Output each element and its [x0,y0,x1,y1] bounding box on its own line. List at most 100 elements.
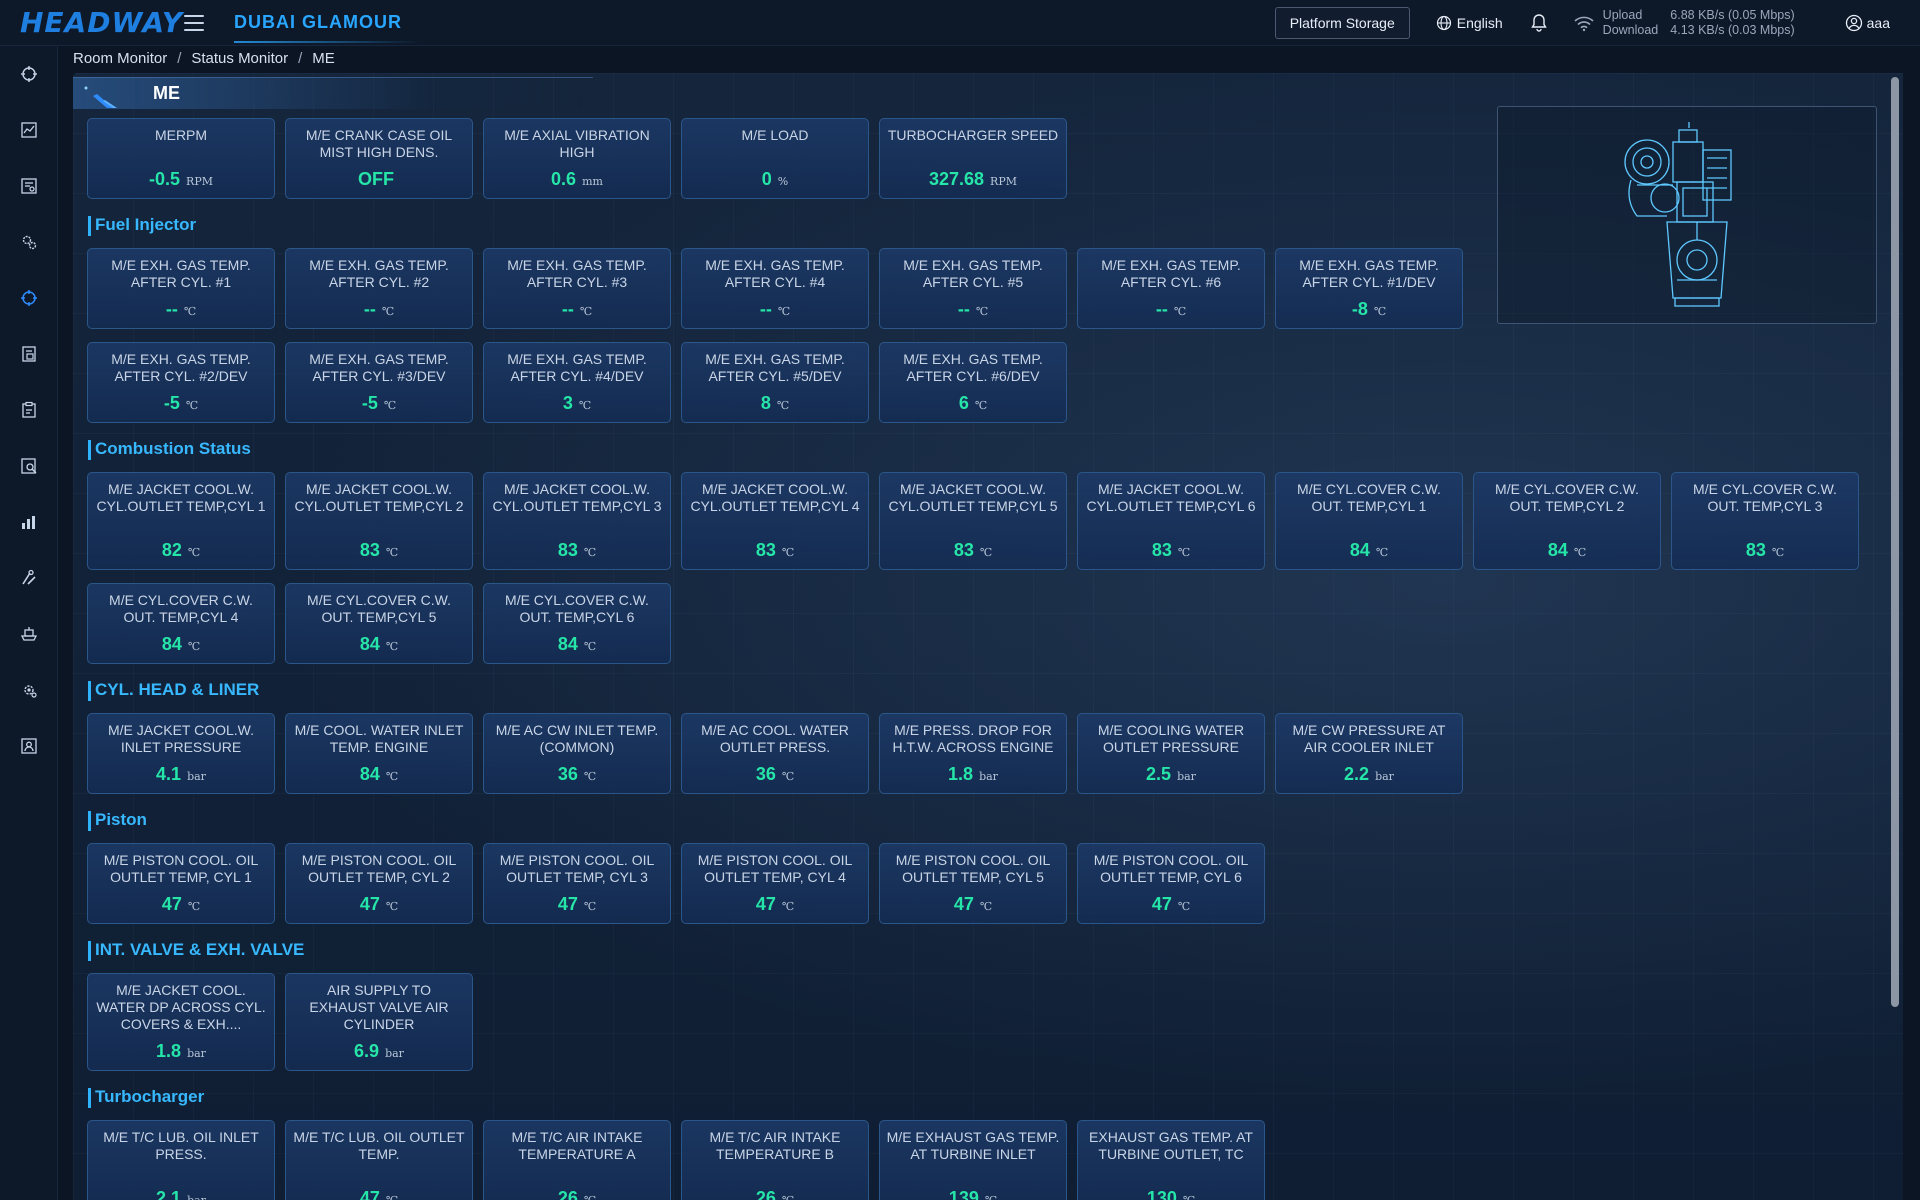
sensor-card[interactable]: TURBOCHARGER SPEED 327.68 RPM [879,118,1067,199]
sensor-unit: ℃ [1177,900,1191,913]
user-card-icon[interactable] [19,736,39,756]
sensor-card[interactable]: M/E AC CW INLET TEMP. (COMMON) 36 ℃ [483,713,671,794]
sensor-card[interactable]: M/E LOAD 0% [681,118,869,199]
breadcrumb-status-monitor[interactable]: Status Monitor [191,50,288,67]
sensor-card[interactable]: M/E EXH. GAS TEMP. AFTER CYL. #6 -- ℃ [1077,248,1265,329]
sensor-value: 84 [557,634,578,654]
settings-gears-icon[interactable] [19,232,39,252]
sensor-card[interactable]: M/E EXH. GAS TEMP. AFTER CYL. #3/DEV -5 ℃ [285,342,473,423]
sensor-value-row: 84 ℃ [484,634,670,655]
sensor-card[interactable]: M/E CYL.COVER C.W. OUT. TEMP,CYL 5 84 ℃ [285,583,473,664]
sensor-card[interactable]: M/E AC COOL. WATER OUTLET PRESS. 36 ℃ [681,713,869,794]
sensor-card[interactable]: M/E EXH. GAS TEMP. AFTER CYL. #4/DEV 3 ℃ [483,342,671,423]
sensor-unit: ℃ [583,640,597,653]
sensor-value-row: 47 ℃ [880,894,1066,915]
crosshair-icon[interactable] [19,64,39,84]
app-logo[interactable]: HEADWAY [20,6,182,39]
vertical-scrollbar[interactable] [1891,77,1899,1007]
sensor-value: 84 [359,764,380,784]
sensor-label: M/E JACKET COOL.W. CYL.OUTLET TEMP,CYL 2 [294,481,464,514]
sensor-card[interactable]: M/E JACKET COOL.W. CYL.OUTLET TEMP,CYL 3… [483,472,671,570]
tools-icon[interactable] [19,568,39,588]
sensor-value: 4.1 [156,764,182,784]
sensor-value-row: OFF [286,169,472,190]
sensor-label: M/E EXH. GAS TEMP. AFTER CYL. #1/DEV [1299,257,1439,290]
monitor-target-icon[interactable] [19,288,39,308]
sensor-card[interactable]: M/E COOLING WATER OUTLET PRESSURE 2.5 bar [1077,713,1265,794]
user-menu[interactable]: aaa [1845,14,1890,32]
sensor-unit: ℃ [979,900,993,913]
sensor-card[interactable]: M/E JACKET COOL.W. CYL.OUTLET TEMP,CYL 4… [681,472,869,570]
sensor-value-row: 84 ℃ [88,634,274,655]
sensor-label: M/E AC CW INLET TEMP. (COMMON) [495,722,659,755]
sensor-card[interactable]: M/E PISTON COOL. OIL OUTLET TEMP, CYL 1 4… [87,843,275,924]
sensor-card[interactable]: M/E CRANK CASE OIL MIST HIGH DENS. OFF [285,118,473,199]
search-document-icon[interactable] [19,456,39,476]
breadcrumb-room-monitor[interactable]: Room Monitor [73,50,167,67]
sensor-card[interactable]: M/E EXH. GAS TEMP. AFTER CYL. #4 -- ℃ [681,248,869,329]
sensor-value: 84 [359,634,380,654]
sensor-card[interactable]: M/E CYL.COVER C.W. OUT. TEMP,CYL 3 83 ℃ [1671,472,1859,570]
sensor-card[interactable]: M/E PISTON COOL. OIL OUTLET TEMP, CYL 4 4… [681,843,869,924]
sensor-label: M/E EXH. GAS TEMP. AFTER CYL. #3/DEV [309,351,449,384]
sensor-card[interactable]: M/E EXH. GAS TEMP. AFTER CYL. #1 -- ℃ [87,248,275,329]
sensor-value: 47 [1151,894,1172,914]
sensor-value: 84 [1547,540,1568,560]
sensor-label: M/E JACKET COOL.W. INLET PRESSURE [108,722,254,755]
sensor-card[interactable]: MERPM -0.5 RPM [87,118,275,199]
sensor-card[interactable]: M/E EXH. GAS TEMP. AFTER CYL. #2/DEV -5 ℃ [87,342,275,423]
sensor-card[interactable]: M/E PRESS. DROP FOR H.T.W. ACROSS ENGINE… [879,713,1067,794]
sensor-label: M/E PISTON COOL. OIL OUTLET TEMP, CYL 6 [1093,852,1249,885]
line-chart-icon[interactable] [19,120,39,140]
sensor-card[interactable]: M/E PISTON COOL. OIL OUTLET TEMP, CYL 3 4… [483,843,671,924]
sensor-card[interactable]: M/E PISTON COOL. OIL OUTLET TEMP, CYL 5 4… [879,843,1067,924]
sensor-card[interactable]: M/E T/C AIR INTAKE TEMPERATURE B 26 ℃ [681,1120,869,1200]
sensor-value: 2.2 [1344,764,1370,784]
sensor-unit: ℃ [1771,546,1785,559]
sensor-card[interactable]: M/E T/C LUB. OIL INLET PRESS. 2.1 bar [87,1120,275,1200]
sensor-card[interactable]: M/E CW PRESSURE AT AIR COOLER INLET 2.2 ba… [1275,713,1463,794]
language-selector[interactable]: English [1436,15,1503,31]
sensor-card[interactable]: M/E EXH. GAS TEMP. AFTER CYL. #2 -- ℃ [285,248,473,329]
sensor-card[interactable]: M/E JACKET COOL.W. INLET PRESSURE 4.1 bar [87,713,275,794]
sensor-card[interactable]: M/E CYL.COVER C.W. OUT. TEMP,CYL 4 84 ℃ [87,583,275,664]
sensor-card[interactable]: M/E CYL.COVER C.W. OUT. TEMP,CYL 6 84 ℃ [483,583,671,664]
sensor-card[interactable]: M/E JACKET COOL.W. CYL.OUTLET TEMP,CYL 2… [285,472,473,570]
sensor-card[interactable]: AIR SUPPLY TO EXHAUST VALVE AIR CYLINDER… [285,973,473,1071]
sensor-card[interactable]: M/E JACKET COOL.W. CYL.OUTLET TEMP,CYL 6… [1077,472,1265,570]
sensor-card[interactable]: M/E JACKET COOL.W. CYL.OUTLET TEMP,CYL 1… [87,472,275,570]
sensor-unit: ℃ [781,546,795,559]
user-icon [1845,14,1862,31]
document-export-icon[interactable] [19,344,39,364]
sensor-card[interactable]: M/E EXH. GAS TEMP. AFTER CYL. #3 -- ℃ [483,248,671,329]
report-icon[interactable] [19,176,39,196]
sensor-card[interactable]: M/E CYL.COVER C.W. OUT. TEMP,CYL 2 84 ℃ [1473,472,1661,570]
sensor-card[interactable]: M/E CYL.COVER C.W. OUT. TEMP,CYL 1 84 ℃ [1275,472,1463,570]
sensor-card[interactable]: M/E JACKET COOL. WATER DP ACROSS CYL. CO… [87,973,275,1071]
sensor-card[interactable]: M/E EXH. GAS TEMP. AFTER CYL. #5/DEV 8 ℃ [681,342,869,423]
gear-config-icon[interactable] [19,680,39,700]
sensor-card[interactable]: M/E PISTON COOL. OIL OUTLET TEMP, CYL 6 4… [1077,843,1265,924]
sensor-card[interactable]: M/E T/C AIR INTAKE TEMPERATURE A 26 ℃ [483,1120,671,1200]
platform-storage-button[interactable]: Platform Storage [1274,6,1410,39]
sensor-label: M/E JACKET COOL.W. CYL.OUTLET TEMP,CYL 3 [492,481,662,514]
ship-icon[interactable] [19,624,39,644]
notification-bell-icon[interactable] [1529,13,1549,33]
sensor-value: 2.5 [1146,764,1172,784]
sensor-card[interactable]: M/E AXIAL VIBRATION HIGH 0.6 mm [483,118,671,199]
sensor-card[interactable]: M/E EXH. GAS TEMP. AFTER CYL. #5 -- ℃ [879,248,1067,329]
clipboard-icon[interactable] [19,400,39,420]
sensor-card[interactable]: M/E T/C LUB. OIL OUTLET TEMP. 47 ℃ [285,1120,473,1200]
sensor-card[interactable]: M/E COOL. WATER INLET TEMP. ENGINE 84 ℃ [285,713,473,794]
sensor-card[interactable]: M/E EXHAUST GAS TEMP. AT TURBINE INLET 13… [879,1120,1067,1200]
menu-toggle-icon[interactable] [184,14,204,31]
sensor-card[interactable]: M/E EXH. GAS TEMP. AFTER CYL. #1/DEV -8 ℃ [1275,248,1463,329]
sensor-value: -- [165,299,178,319]
bar-chart-icon[interactable] [19,512,39,532]
sensor-card[interactable]: M/E JACKET COOL.W. CYL.OUTLET TEMP,CYL 5… [879,472,1067,570]
sensor-value-row: 47 ℃ [286,1188,472,1200]
sensor-card[interactable]: EXHAUST GAS TEMP. AT TURBINE OUTLET, TC 1… [1077,1120,1265,1200]
sensor-card[interactable]: M/E PISTON COOL. OIL OUTLET TEMP, CYL 2 4… [285,843,473,924]
sensor-card[interactable]: M/E EXH. GAS TEMP. AFTER CYL. #6/DEV 6 ℃ [879,342,1067,423]
sensor-unit: ℃ [781,900,795,913]
